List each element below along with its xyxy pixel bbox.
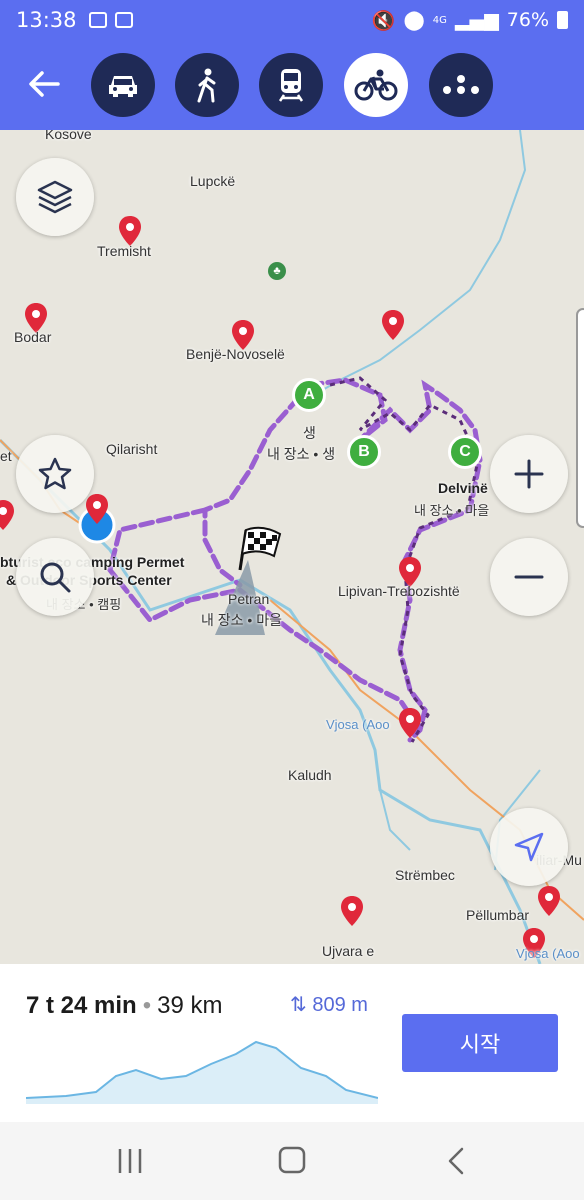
map-pin-icon[interactable] <box>0 500 14 530</box>
mode-more-button[interactable] <box>429 53 493 117</box>
place-label: Pëllumbar <box>466 907 530 923</box>
star-icon <box>38 457 72 490</box>
place-label: 생 <box>303 425 316 441</box>
home-button[interactable] <box>272 1144 312 1178</box>
start-navigation-button[interactable]: 시작 <box>402 1014 558 1072</box>
plus-icon <box>514 459 544 489</box>
recents-icon <box>118 1149 142 1173</box>
map-pin-icon[interactable] <box>382 310 404 340</box>
layers-icon <box>37 180 73 214</box>
map-pin-icon[interactable] <box>341 896 363 926</box>
place-label: Lipivan-Trebozishtë <box>338 583 460 599</box>
route-ascent: ⇅ 809 m <box>290 994 368 1016</box>
my-place-label: 내 장소 • 생 <box>267 446 336 462</box>
waypoint-b[interactable]: B <box>347 435 381 469</box>
mode-train-button[interactable] <box>259 53 323 117</box>
mode-walk-button[interactable] <box>175 53 239 117</box>
map-view[interactable]: ♣ A B C Kosove Lupckë Tremisht Bodar Ben… <box>0 130 584 964</box>
transport-mode-bar <box>0 40 584 130</box>
train-icon <box>278 69 304 102</box>
arrow-left-icon <box>29 71 60 97</box>
zoom-in-button[interactable] <box>490 435 568 513</box>
place-label: Benjë-Novoselë <box>186 346 285 362</box>
status-bar: 13:38 🔇 ⬤ 4G ▂▄▆ 76% <box>0 0 584 40</box>
network-type: 4G <box>432 14 447 26</box>
status-time: 13:38 <box>16 8 77 32</box>
place-label: Kosove <box>45 130 92 142</box>
mode-bike-button[interactable] <box>344 53 408 117</box>
home-icon <box>278 1146 306 1174</box>
search-icon <box>40 562 71 593</box>
battery-level: 76% <box>506 9 549 31</box>
navigation-arrow-icon <box>514 832 544 862</box>
river-label: Vjosa (Aoo <box>326 717 390 732</box>
map-pin-icon[interactable] <box>399 708 421 738</box>
elevation-profile <box>26 1040 378 1104</box>
place-label: Tremisht <box>97 243 151 259</box>
recents-button[interactable] <box>110 1144 150 1178</box>
ascent-icon: ⇅ <box>290 994 307 1016</box>
mute-icon: 🔇 <box>371 9 396 32</box>
favorites-button[interactable] <box>16 435 94 513</box>
finish-flag-icon <box>238 526 282 571</box>
zoom-out-button[interactable] <box>490 538 568 616</box>
search-button[interactable] <box>16 538 94 616</box>
map-pin-icon[interactable] <box>538 886 560 916</box>
image-notification-icon <box>88 12 107 28</box>
route-distance: 39 km <box>157 992 223 1019</box>
more-icon <box>443 75 479 94</box>
map-pin-icon[interactable] <box>119 216 141 246</box>
place-label: Kaludh <box>288 767 332 783</box>
waypoint-a[interactable]: A <box>292 378 326 412</box>
route-summary: 7 t 24 min • 39 km <box>26 992 223 1019</box>
place-label: Ujvara e <box>322 943 375 959</box>
back-chevron-icon <box>448 1147 464 1175</box>
my-place-label: 내 장소 • 마을 <box>414 503 490 518</box>
back-button[interactable] <box>22 62 66 106</box>
car-icon <box>109 76 137 97</box>
my-place-label: 내 장소 • 마을 <box>201 612 282 628</box>
side-panel-handle[interactable] <box>576 308 584 528</box>
place-label: Delvinë <box>438 480 488 496</box>
park-icon: ♣ <box>268 262 286 280</box>
place-label: Strëmbec <box>395 867 455 883</box>
walk-icon <box>197 68 216 103</box>
app-notification-icon <box>114 12 133 28</box>
route-duration: 7 t 24 min <box>26 992 137 1019</box>
place-label: Petran <box>228 591 270 607</box>
bike-icon <box>354 69 398 101</box>
river-label: Vjosa (Aoo <box>516 946 580 961</box>
layers-button[interactable] <box>16 158 94 236</box>
battery-icon <box>557 11 568 29</box>
place-label: Qilarisht <box>106 441 158 457</box>
location-icon: ⬤ <box>403 9 425 31</box>
mode-car-button[interactable] <box>91 53 155 117</box>
waypoint-c[interactable]: C <box>448 435 482 469</box>
map-pin-icon[interactable] <box>86 494 108 524</box>
place-label: Bodar <box>14 329 52 345</box>
back-system-button[interactable] <box>436 1144 476 1178</box>
route-summary-panel: 7 t 24 min • 39 km ⇅ 809 m 시작 <box>0 964 584 1122</box>
place-label: et <box>0 448 12 464</box>
place-label: Lupckë <box>190 173 236 189</box>
locate-button[interactable] <box>490 808 568 886</box>
system-nav-bar <box>0 1122 584 1200</box>
signal-icon: ▂▄▆ <box>454 9 499 31</box>
minus-icon <box>514 575 544 579</box>
